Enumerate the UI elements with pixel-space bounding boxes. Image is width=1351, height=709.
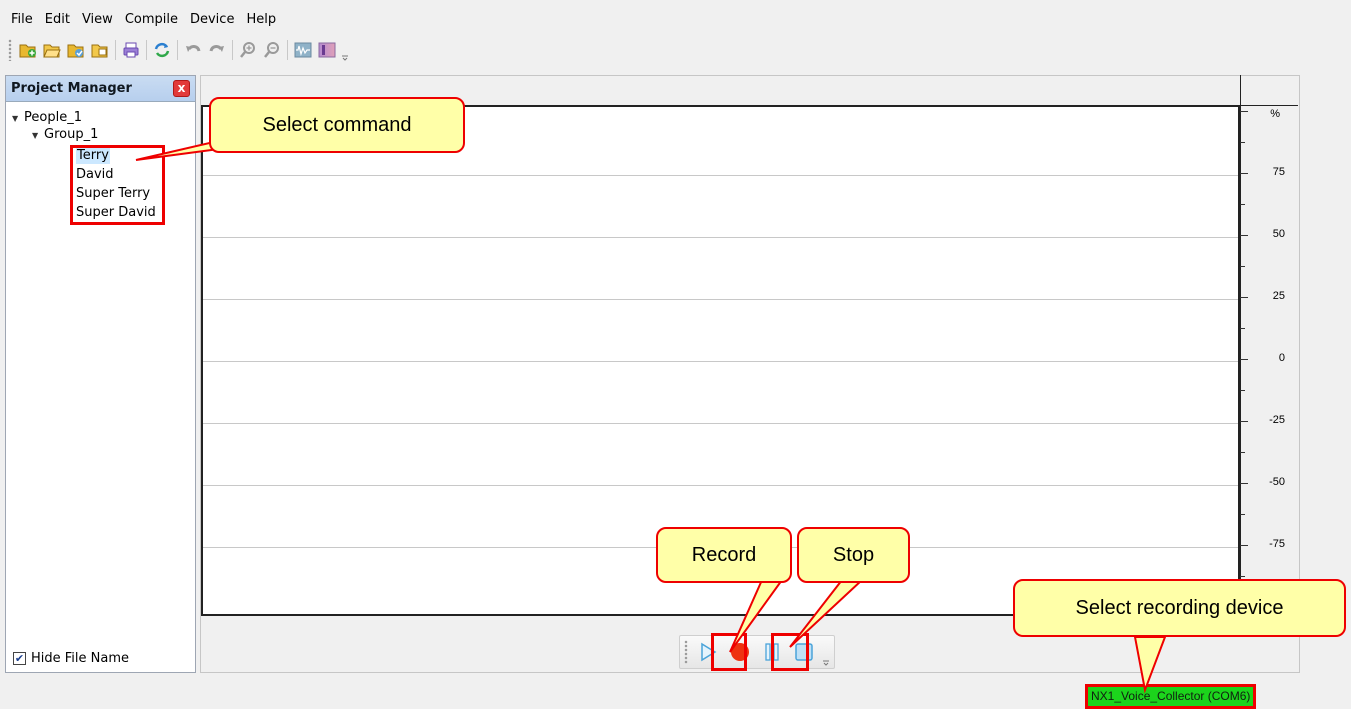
select-command-callout: Select command xyxy=(209,97,465,153)
open-folder-icon[interactable] xyxy=(41,39,63,61)
y-minor-tick xyxy=(1240,514,1245,515)
project-manager-title: Project Manager xyxy=(11,81,132,96)
zoom-out-icon[interactable] xyxy=(261,39,283,61)
menu-help[interactable]: Help xyxy=(240,10,282,30)
tree-item-terry[interactable]: Terry xyxy=(76,148,110,164)
gridline xyxy=(203,423,1238,424)
tree-item-david[interactable]: David xyxy=(76,167,114,183)
print-icon[interactable] xyxy=(120,39,142,61)
new-project-icon[interactable] xyxy=(17,39,39,61)
gridline xyxy=(203,361,1238,362)
project-manager-header: Project Manager x xyxy=(6,76,195,102)
menu-view[interactable]: View xyxy=(76,10,119,30)
undo-icon[interactable] xyxy=(182,39,204,61)
zoom-in-icon[interactable] xyxy=(237,39,259,61)
y-minor-tick xyxy=(1240,328,1245,329)
toolbar-grip[interactable] xyxy=(8,39,12,61)
y-minor-tick xyxy=(1240,452,1245,453)
y-axis-top-line xyxy=(1240,105,1298,106)
toolbar-separator xyxy=(287,40,288,60)
y-minor-tick xyxy=(1240,204,1245,205)
y-axis-line xyxy=(1240,75,1241,616)
y-minor-tick xyxy=(1240,576,1245,577)
toolbar-overflow-icon[interactable] xyxy=(822,638,830,666)
y-tick-label: -75 xyxy=(1269,538,1285,550)
recording-device-status[interactable]: NX1_Voice_Collector (COM6) xyxy=(1085,684,1257,709)
toolbar-overflow-icon[interactable] xyxy=(341,39,349,61)
hide-file-name-label: Hide File Name xyxy=(31,650,130,666)
menu-file[interactable]: File xyxy=(0,10,39,30)
y-tick-label: -50 xyxy=(1269,476,1285,488)
menu-bar: File Edit View Compile Device Help xyxy=(0,10,282,30)
tree-item-super-david[interactable]: Super David xyxy=(76,205,156,221)
gridline xyxy=(203,299,1238,300)
menu-device[interactable]: Device xyxy=(184,10,240,30)
hide-file-name-row[interactable]: ✔ Hide File Name xyxy=(6,644,195,672)
tree-item-super-terry[interactable]: Super Terry xyxy=(76,186,150,202)
expand-arrow-icon[interactable]: ▼ xyxy=(32,128,44,144)
y-minor-tick xyxy=(1240,266,1245,267)
hide-file-name-checkbox[interactable]: ✔ xyxy=(13,651,26,665)
stop-icon[interactable] xyxy=(789,637,819,667)
y-minor-tick xyxy=(1240,142,1245,143)
tree-node-group[interactable]: ▼ Group_1 xyxy=(32,127,98,144)
y-tick-label: -25 xyxy=(1269,414,1285,426)
y-axis-unit-label: % xyxy=(1270,108,1280,120)
y-tick-label: 25 xyxy=(1272,290,1285,302)
playback-toolbar xyxy=(679,635,835,669)
pause-icon[interactable] xyxy=(757,637,787,667)
tree-node-label: People_1 xyxy=(24,110,82,125)
y-tick-label: 0 xyxy=(1278,352,1285,364)
play-icon[interactable] xyxy=(693,637,723,667)
toolbar-separator xyxy=(115,40,116,60)
toolbar-separator xyxy=(232,40,233,60)
close-icon[interactable]: x xyxy=(173,80,190,97)
save-project-icon[interactable] xyxy=(65,39,87,61)
toolbar-separator xyxy=(146,40,147,60)
select-device-callout: Select recording device xyxy=(1013,579,1346,637)
toolbar-separator xyxy=(177,40,178,60)
toolbar-grip[interactable] xyxy=(684,640,688,664)
project-manager-panel: Project Manager x ▼ People_1 ▼ Group_1 Ter… xyxy=(5,75,196,673)
y-tick-label: 75 xyxy=(1272,166,1285,178)
gridline xyxy=(203,175,1238,176)
waveform-icon[interactable] xyxy=(292,39,314,61)
main-toolbar xyxy=(8,36,349,64)
refresh-icon[interactable] xyxy=(151,39,173,61)
expand-arrow-icon[interactable]: ▼ xyxy=(12,111,24,127)
save-as-icon[interactable] xyxy=(89,39,111,61)
redo-icon[interactable] xyxy=(206,39,228,61)
tree-node-label: Group_1 xyxy=(44,127,99,142)
record-icon[interactable] xyxy=(725,637,755,667)
y-tick-label: 50 xyxy=(1272,228,1285,240)
gridline xyxy=(203,237,1238,238)
gridline xyxy=(203,485,1238,486)
spectrum-icon[interactable] xyxy=(316,39,338,61)
tree-node-people[interactable]: ▼ People_1 xyxy=(12,110,82,127)
record-callout: Record xyxy=(656,527,792,583)
menu-compile[interactable]: Compile xyxy=(119,10,184,30)
stop-callout: Stop xyxy=(797,527,910,583)
y-minor-tick xyxy=(1240,390,1245,391)
menu-edit[interactable]: Edit xyxy=(39,10,76,30)
